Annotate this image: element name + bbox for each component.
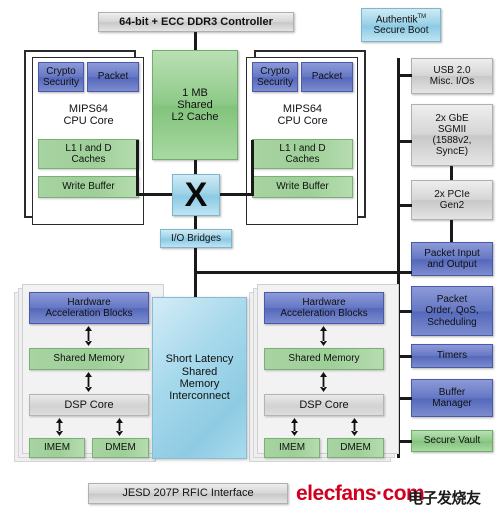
crossbar-left-arm [136, 193, 172, 196]
io-stub-timers [399, 355, 412, 358]
io-stub-packet-io [399, 271, 412, 274]
io-bridges-block: I/O Bridges [160, 229, 232, 248]
io-stub-usb [399, 74, 412, 77]
io-block-timers: Timers [411, 344, 493, 368]
authentik-secure-boot-label: Secure Boot [373, 25, 429, 37]
ddr3-to-l2-connector [194, 32, 197, 50]
io-stub-packet-order [399, 310, 412, 313]
dsp-left-imem-block: IMEM [29, 438, 85, 458]
crossbar-switch-block: X [172, 174, 220, 216]
crossbar-to-io-bridges-connector [194, 216, 197, 229]
dsp-right-imem-block: IMEM [264, 438, 320, 458]
watermark-chinese: 电子发烧友 [408, 489, 481, 507]
authentik-secure-boot-block: AuthentikTM Secure Boot [361, 8, 441, 42]
trademark-mark: TM [417, 13, 427, 20]
io-link-pcie-to-packet-io [450, 220, 453, 242]
io-block-pcie: 2x PCIe Gen2 [411, 180, 493, 220]
cpu-left-mips64-label: MIPS64 CPU Core [63, 102, 114, 127]
cpu-right-crypto-security-block: Crypto Security [252, 62, 298, 92]
dsp-left-arrow-core-imem [55, 418, 64, 436]
dsp-right-arrow-core-imem [290, 418, 299, 436]
dsp-right-arrow-accel-memory [319, 326, 328, 346]
cpu-right-packet-block: Packet [301, 62, 353, 92]
io-block-gbe-sgmii: 2x GbE SGMII (1588v2, SyncE) [411, 104, 493, 166]
dsp-right-arrow-memory-core [319, 372, 328, 392]
dsp-left-dsp-core-block: DSP Core [29, 394, 149, 416]
io-block-packet-order-qos: Packet Order, QoS, Scheduling [411, 286, 493, 336]
cpu-right-write-buffer-block: Write Buffer [252, 176, 353, 198]
authentik-label: AuthentikTM [375, 13, 427, 25]
dsp-left-shared-memory-block: Shared Memory [29, 348, 149, 370]
dsp-left-arrow-accel-memory [84, 326, 93, 346]
cpu-right-mips64-label: MIPS64 CPU Core [277, 102, 328, 127]
cpu-left-packet-block: Packet [87, 62, 139, 92]
io-block-buffer-manager: Buffer Manager [411, 379, 493, 417]
crossbar-right-arm [220, 193, 254, 196]
watermark-elecfans: elecfans·com [296, 482, 425, 505]
io-stub-pcie [399, 204, 412, 207]
io-stub-secure-vault [399, 440, 412, 443]
ddr3-controller-block: 64-bit + ECC DDR3 Controller [98, 12, 294, 32]
cpu-left-l1-caches-block: L1 I and D Caches [38, 139, 139, 169]
dsp-left-arrow-memory-core [84, 372, 93, 392]
l2-cache-block: 1 MB Shared L2 Cache [152, 50, 238, 160]
dsp-left-dmem-block: DMEM [92, 438, 149, 458]
dsp-right-dsp-core-block: DSP Core [264, 394, 384, 416]
cpu-right-l1-caches-block: L1 I and D Caches [252, 139, 353, 169]
cpu-left-bus-leg [136, 140, 139, 196]
io-link-gbe-to-pcie [450, 166, 453, 180]
dsp-right-dmem-block: DMEM [327, 438, 384, 458]
io-block-secure-vault: Secure Vault [411, 430, 493, 452]
dsp-right-arrow-core-dmem [350, 418, 359, 436]
io-block-usb: USB 2.0 Misc. I/Os [411, 58, 493, 94]
l2-to-crossbar-connector [194, 160, 197, 174]
cpu-left-write-buffer-block: Write Buffer [38, 176, 139, 198]
cpu-left-crypto-security-block: Crypto Security [38, 62, 84, 92]
crossbar-x-icon: X [184, 176, 208, 214]
jesd-rfic-interface-block: JESD 207P RFIC Interface [88, 483, 288, 504]
io-block-packet-input-output: Packet Input and Output [411, 242, 493, 276]
short-latency-interconnect-block: Short Latency Shared Memory Interconnect [152, 297, 247, 459]
io-stub-gbe [399, 140, 412, 143]
main-horizontal-bus [195, 271, 400, 274]
io-stub-buffer-manager [399, 397, 412, 400]
dsp-right-shared-memory-block: Shared Memory [264, 348, 384, 370]
dsp-left-arrow-core-dmem [115, 418, 124, 436]
dsp-right-hardware-acceleration-block: Hardware Acceleration Blocks [264, 292, 384, 324]
dsp-left-hardware-acceleration-block: Hardware Acceleration Blocks [29, 292, 149, 324]
soc-block-diagram: 64-bit + ECC DDR3 Controller AuthentikTM… [0, 0, 500, 517]
cpu-right-bus-leg [251, 140, 254, 196]
